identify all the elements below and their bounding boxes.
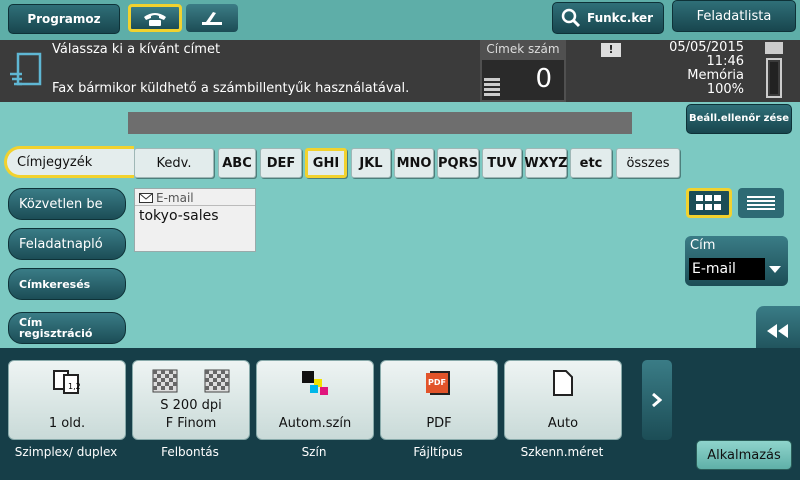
warning-icon: ! [601,43,621,57]
scan-mode-button[interactable] [186,4,238,32]
simplex-icon: 1,2 [53,370,81,394]
color-icon [302,371,328,395]
file-type-label: Fájltípus [413,445,463,459]
color-label: Szín [301,445,327,459]
job-list-button[interactable]: Feladatlista [672,0,796,32]
resolution-button[interactable]: S 200 dpi F Finom [132,360,250,440]
list-icon [484,78,500,96]
memory-value: 100% [706,82,744,97]
alpha-jkl[interactable]: JKL [351,148,391,178]
file-type-value: PDF [426,416,452,431]
alpha-favorites[interactable]: Kedv. [134,148,214,178]
alpha-pqrs[interactable]: PQRS [437,148,479,178]
resolution-icon [152,369,178,393]
destination-label: Cím [690,238,716,253]
address-count-value: 0 [535,64,552,94]
page-icon [553,370,573,396]
time-text: 11:46 [706,54,744,69]
address-type-label: E-mail [156,191,194,205]
simplex-duplex-label: Szimplex/ duplex [14,445,118,459]
function-search-button[interactable]: Funkc.ker [552,2,664,34]
color-button[interactable]: Autom.szín [256,360,374,440]
pdf-badge: PDF [426,373,448,393]
memory-label: Memória [687,68,744,83]
list-view-icon [747,196,775,210]
destination-select[interactable]: E-mail [689,258,765,280]
programs-button[interactable]: Programoz [8,4,120,34]
alpha-abc[interactable]: ABC [218,148,256,178]
function-search-label: Funkc.ker [587,11,654,25]
address-list-item[interactable]: E-mail tokyo-sales [134,188,256,252]
color-value: Autom.szín [278,416,352,431]
destination-type-panel[interactable]: Cím E-mail [685,236,788,286]
address-count-label: Címek szám [486,42,560,56]
resolution-value-fax: F Finom [165,416,217,431]
fax-document-icon [8,50,44,94]
address-entry-name: tokyo-sales [139,208,219,224]
tab-address-search[interactable]: Címkeresés [8,268,126,300]
grid-view-icon [696,195,721,210]
alpha-mno[interactable]: MNO [394,148,434,178]
simplex-duplex-button[interactable]: 1,2 1 old. [8,360,126,440]
chevron-right-icon [652,393,662,407]
resolution-label: Felbontás [161,445,219,459]
address-input-strip [128,112,632,134]
svg-text:1,2: 1,2 [68,382,81,391]
memory-meter [766,58,782,98]
check-settings-button[interactable]: Beáll.ellenőr zése [686,104,792,134]
alpha-ghi[interactable]: GHI [305,148,347,178]
search-icon [561,8,581,28]
message-line2: Fax bármikor küldhető a számbillentyűk h… [52,81,410,96]
alpha-wxyz[interactable]: WXYZ [524,148,568,178]
double-left-arrow-icon [767,324,788,338]
alpha-all[interactable]: összes [616,148,680,178]
fine-resolution-icon [204,369,230,393]
scan-size-button[interactable]: Auto [504,360,622,440]
tab-address-book[interactable]: Címjegyzék [4,146,134,178]
resolution-value-scan: S 200 dpi [160,398,222,413]
address-count-box: Címek szám 0 [480,40,566,102]
next-functions-button[interactable] [642,360,672,440]
tab-job-log[interactable]: Feladatnapló [8,228,126,260]
toner-icon [765,42,783,54]
pdf-file-icon: PDF [426,369,452,397]
simplex-value: 1 old. [48,416,86,431]
file-type-button[interactable]: PDF PDF [380,360,498,440]
chevron-down-icon [769,266,781,273]
fax-mode-button[interactable] [128,4,182,32]
status-datetime: 05/05/2015 11:46 Memória 100% [630,41,744,97]
alpha-etc[interactable]: etc [570,148,612,178]
alpha-def[interactable]: DEF [260,148,302,178]
phone-icon [144,13,166,26]
tab-direct-input[interactable]: Közvetlen be [8,188,126,220]
scan-size-value: Auto [547,416,579,431]
message-line1: Válassza ki a kívánt címet [52,42,221,57]
tab-address-registration[interactable]: Cím regisztráció [8,312,126,344]
apply-button[interactable]: Alkalmazás [696,440,792,470]
alpha-tuv[interactable]: TUV [482,148,522,178]
list-view-button[interactable] [738,188,784,218]
thumbnail-view-button[interactable] [686,188,732,218]
scan-size-label: Szkenn.méret [520,445,604,459]
date-text: 05/05/2015 [669,40,744,55]
handset-icon [202,12,222,25]
email-icon [139,193,153,203]
